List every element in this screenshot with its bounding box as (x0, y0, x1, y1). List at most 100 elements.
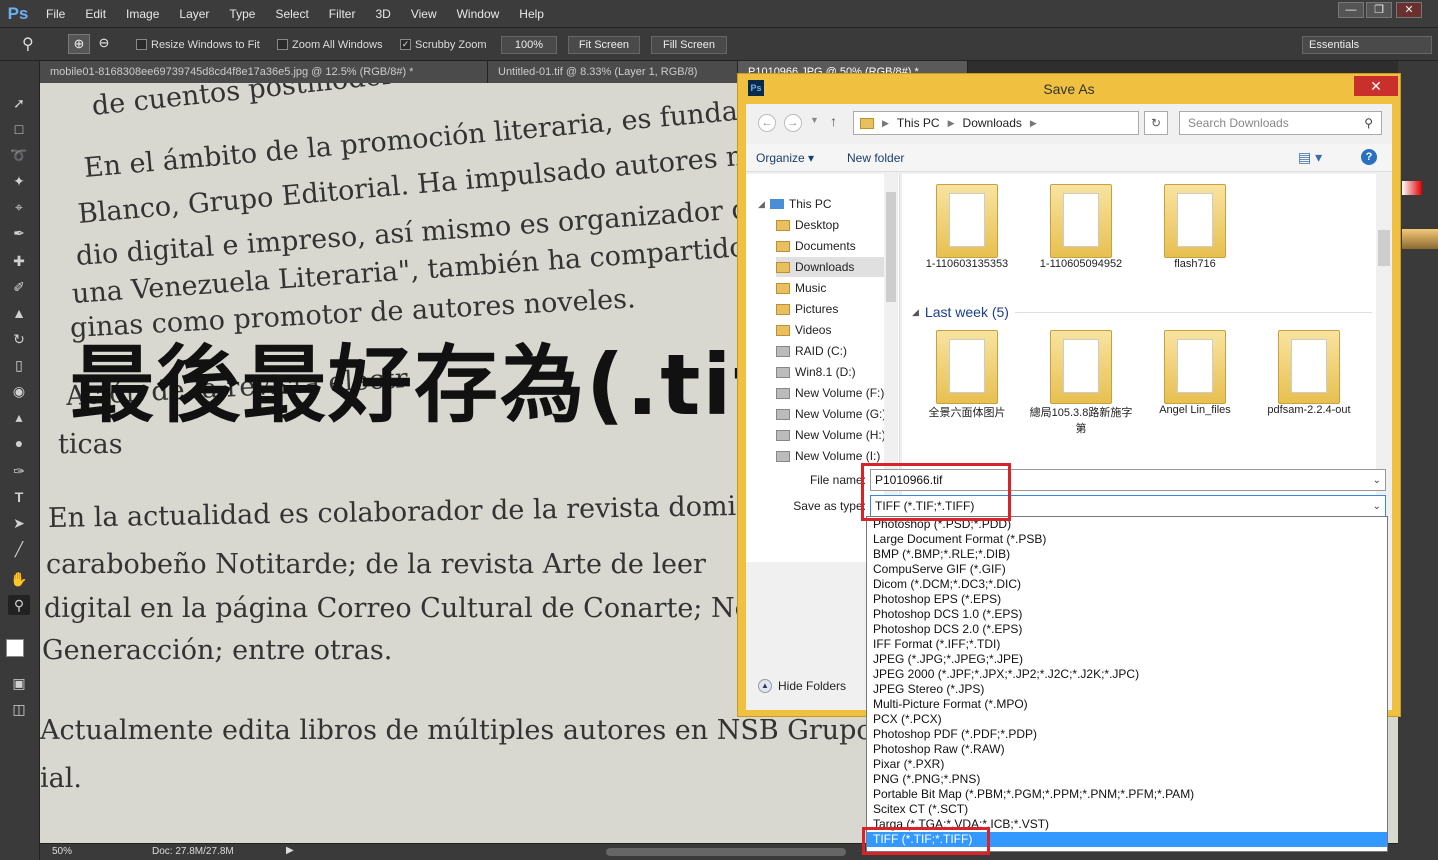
nav-this-pc[interactable]: ◢ This PC (758, 194, 832, 214)
horizontal-scrollbar[interactable] (606, 848, 846, 856)
menu-image[interactable]: Image (116, 0, 169, 28)
recent-dropdown-icon[interactable]: ▼ (810, 115, 819, 125)
nav-pictures[interactable]: Pictures (776, 299, 838, 319)
folder-item[interactable]: 總局105.3.8路新施字第 (1026, 330, 1136, 436)
hand-tool-icon[interactable]: ✋ (8, 569, 30, 589)
nav-documents[interactable]: Documents (776, 236, 856, 256)
menu-3d[interactable]: 3D (365, 0, 400, 28)
screen-mode-icon[interactable]: ◫ (8, 699, 30, 719)
view-options-icon[interactable]: ▤ ▾ (1298, 149, 1322, 166)
type-option[interactable]: JPEG 2000 (*.JPF;*.JPX;*.JP2;*.J2C;*.J2K… (867, 667, 1387, 682)
fit-screen-button[interactable]: Fit Screen (568, 36, 640, 54)
zoom-tool-icon[interactable]: ⚲ (22, 34, 34, 54)
address-bar[interactable]: ▶ This PC ▶ Downloads ▶ (853, 111, 1139, 135)
forward-icon[interactable]: → (784, 114, 802, 132)
folder-item[interactable]: flash716 (1140, 184, 1250, 270)
line-tool-icon[interactable]: ╱ (8, 539, 30, 559)
quick-mask-icon[interactable]: ▣ (8, 673, 30, 693)
zoom-in-icon[interactable]: ⊕ (68, 34, 90, 54)
nav-desktop[interactable]: Desktop (776, 215, 839, 235)
folder-item[interactable]: pdfsam-2.2.4-out (1254, 330, 1364, 416)
eyedropper-tool-icon[interactable]: ✒ (8, 223, 30, 243)
move-tool-icon[interactable]: ➚ (8, 93, 30, 113)
lasso-tool-icon[interactable]: ➰ (8, 145, 30, 165)
zoom-level[interactable]: 50% (52, 846, 72, 857)
menu-layer[interactable]: Layer (169, 0, 219, 28)
type-option[interactable]: Portable Bit Map (*.PBM;*.PGM;*.PPM;*.PN… (867, 787, 1387, 802)
type-option[interactable]: Photoshop PDF (*.PDF;*.PDP) (867, 727, 1387, 742)
breadcrumb-downloads[interactable]: Downloads (963, 116, 1022, 130)
close-app-button[interactable]: ✕ (1396, 2, 1422, 18)
dodge-tool-icon[interactable]: ● (8, 433, 30, 453)
organize-button[interactable]: Organize ▾ (756, 151, 814, 165)
type-option[interactable]: PNG (*.PNG;*.PNS) (867, 772, 1387, 787)
history-brush-tool-icon[interactable]: ↻ (8, 329, 30, 349)
menu-file[interactable]: File (36, 0, 75, 28)
type-option[interactable]: Dicom (*.DCM;*.DC3;*.DIC) (867, 577, 1387, 592)
fill-screen-button[interactable]: Fill Screen (651, 36, 727, 54)
doc-tab-untitled[interactable]: Untitled-01.tif @ 8.33% (Layer 1, RGB/8) (488, 61, 738, 83)
type-option[interactable]: CompuServe GIF (*.GIF) (867, 562, 1387, 577)
healing-brush-tool-icon[interactable]: ✚ (8, 251, 30, 271)
folder-item[interactable]: Angel Lin_files (1140, 330, 1250, 416)
new-folder-button[interactable]: New folder (847, 151, 904, 165)
nav-drive-d[interactable]: Win8.1 (D:) (776, 362, 856, 382)
path-selection-tool-icon[interactable]: ➤ (8, 513, 30, 533)
resize-windows-checkbox[interactable]: Resize Windows to Fit (136, 36, 260, 53)
type-tool-icon[interactable]: T (8, 487, 30, 507)
status-arrow-icon[interactable]: ▶ (286, 845, 294, 856)
brush-tool-icon[interactable]: ✐ (8, 277, 30, 297)
dialog-close-button[interactable]: ✕ (1354, 76, 1398, 96)
restore-button[interactable]: ❐ (1366, 2, 1392, 18)
zoom-tool-active-icon[interactable]: ⚲ (8, 595, 30, 615)
nav-drive-c[interactable]: RAID (C:) (776, 341, 847, 361)
type-option[interactable]: Multi-Picture Format (*.MPO) (867, 697, 1387, 712)
foreground-color-swatch[interactable] (6, 639, 24, 657)
folder-item[interactable]: 1-110605094952 (1026, 184, 1136, 270)
group-header[interactable]: ◢ Last week (5) (912, 304, 1372, 320)
nav-downloads[interactable]: Downloads (776, 257, 884, 277)
nav-drive-g[interactable]: New Volume (G:) (776, 404, 886, 424)
type-option[interactable]: Pixar (*.PXR) (867, 757, 1387, 772)
refresh-icon[interactable]: ↻ (1144, 111, 1168, 135)
help-icon[interactable]: ? (1361, 149, 1377, 165)
paint-bucket-tool-icon[interactable]: ◉ (8, 381, 30, 401)
menu-select[interactable]: Select (265, 0, 318, 28)
workspace-select[interactable]: Essentials (1302, 36, 1432, 54)
folder-item[interactable]: 全景六面体图片 (912, 330, 1022, 420)
menu-view[interactable]: View (401, 0, 447, 28)
blur-tool-icon[interactable]: ▴ (8, 407, 30, 427)
up-icon[interactable]: ↑ (830, 113, 837, 129)
menu-filter[interactable]: Filter (319, 0, 366, 28)
type-option[interactable]: IFF Format (*.IFF;*.TDI) (867, 637, 1387, 652)
type-option[interactable]: BMP (*.BMP;*.RLE;*.DIB) (867, 547, 1387, 562)
save-type-dropdown-list[interactable]: Photoshop (*.PSD;*.PDD) Large Document F… (866, 516, 1388, 852)
stamp-tool-icon[interactable]: ▲ (8, 303, 30, 323)
menu-window[interactable]: Window (447, 0, 510, 28)
doc-tab-mobile01[interactable]: mobile01-8168308ee69739745d8cd4f8e17a36e… (40, 61, 488, 83)
crop-tool-icon[interactable]: ⌖ (8, 197, 30, 217)
minimize-button[interactable]: — (1338, 2, 1364, 18)
nav-music[interactable]: Music (776, 278, 826, 298)
zoom-out-icon[interactable]: ⊖ (93, 34, 115, 54)
nav-drive-f[interactable]: New Volume (F:) (776, 383, 884, 403)
folder-item[interactable]: 1-110603135353 (912, 184, 1022, 270)
eraser-tool-icon[interactable]: ▯ (8, 355, 30, 375)
type-option[interactable]: Photoshop DCS 1.0 (*.EPS) (867, 607, 1387, 622)
breadcrumb-this-pc[interactable]: This PC (897, 116, 940, 130)
search-input[interactable]: Search Downloads ⚲ (1179, 111, 1382, 135)
type-option[interactable]: PCX (*.PCX) (867, 712, 1387, 727)
type-option[interactable]: Photoshop DCS 2.0 (*.EPS) (867, 622, 1387, 637)
hide-folders-button[interactable]: ▲ Hide Folders (758, 679, 846, 693)
nav-videos[interactable]: Videos (776, 320, 831, 340)
menu-edit[interactable]: Edit (75, 0, 116, 28)
pen-tool-icon[interactable]: ✑ (8, 461, 30, 481)
magic-wand-tool-icon[interactable]: ✦ (8, 171, 30, 191)
menu-type[interactable]: Type (219, 0, 265, 28)
type-option[interactable]: JPEG (*.JPG;*.JPEG;*.JPE) (867, 652, 1387, 667)
type-option[interactable]: JPEG Stereo (*.JPS) (867, 682, 1387, 697)
zoom-all-checkbox[interactable]: Zoom All Windows (277, 36, 382, 53)
zoom-100-button[interactable]: 100% (501, 36, 557, 54)
back-icon[interactable]: ← (758, 114, 776, 132)
menu-help[interactable]: Help (509, 0, 554, 28)
